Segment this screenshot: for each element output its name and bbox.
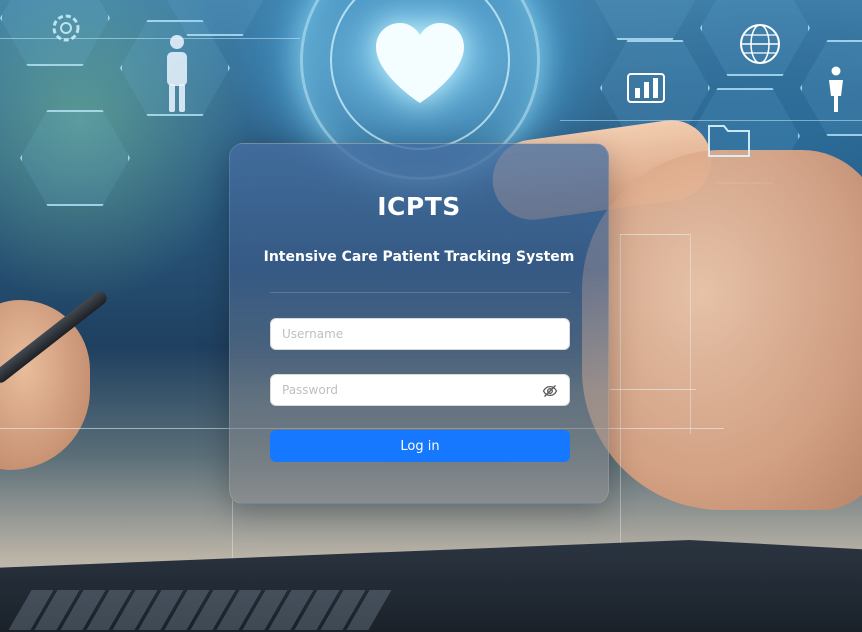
username-input[interactable] <box>271 319 569 349</box>
login-card: ICPTS Intensive Care Patient Tracking Sy… <box>229 143 609 504</box>
tech-line <box>0 38 300 39</box>
login-button[interactable]: Log in <box>270 430 570 462</box>
chart-icon <box>627 73 665 103</box>
grid-line <box>620 234 690 235</box>
app-title: ICPTS <box>377 192 461 221</box>
eye-slash-icon[interactable] <box>542 383 558 399</box>
keyboard-image <box>8 590 392 630</box>
password-input[interactable] <box>271 375 569 405</box>
person-icon <box>829 66 843 112</box>
right-hand-image <box>582 150 862 510</box>
grid-line <box>690 234 691 434</box>
left-hand-image <box>0 300 90 470</box>
globe-icon <box>740 24 780 64</box>
divider <box>270 292 570 293</box>
grid-line <box>610 389 696 390</box>
gear-icon <box>52 14 80 42</box>
person-icon <box>167 35 187 112</box>
password-field-wrapper <box>270 374 570 406</box>
app-subtitle: Intensive Care Patient Tracking System <box>263 249 575 265</box>
hex-tile <box>20 110 130 206</box>
folder-icon <box>708 125 750 157</box>
hex-tile <box>590 0 700 40</box>
heart-icon <box>376 23 464 103</box>
username-field-wrapper <box>270 318 570 350</box>
